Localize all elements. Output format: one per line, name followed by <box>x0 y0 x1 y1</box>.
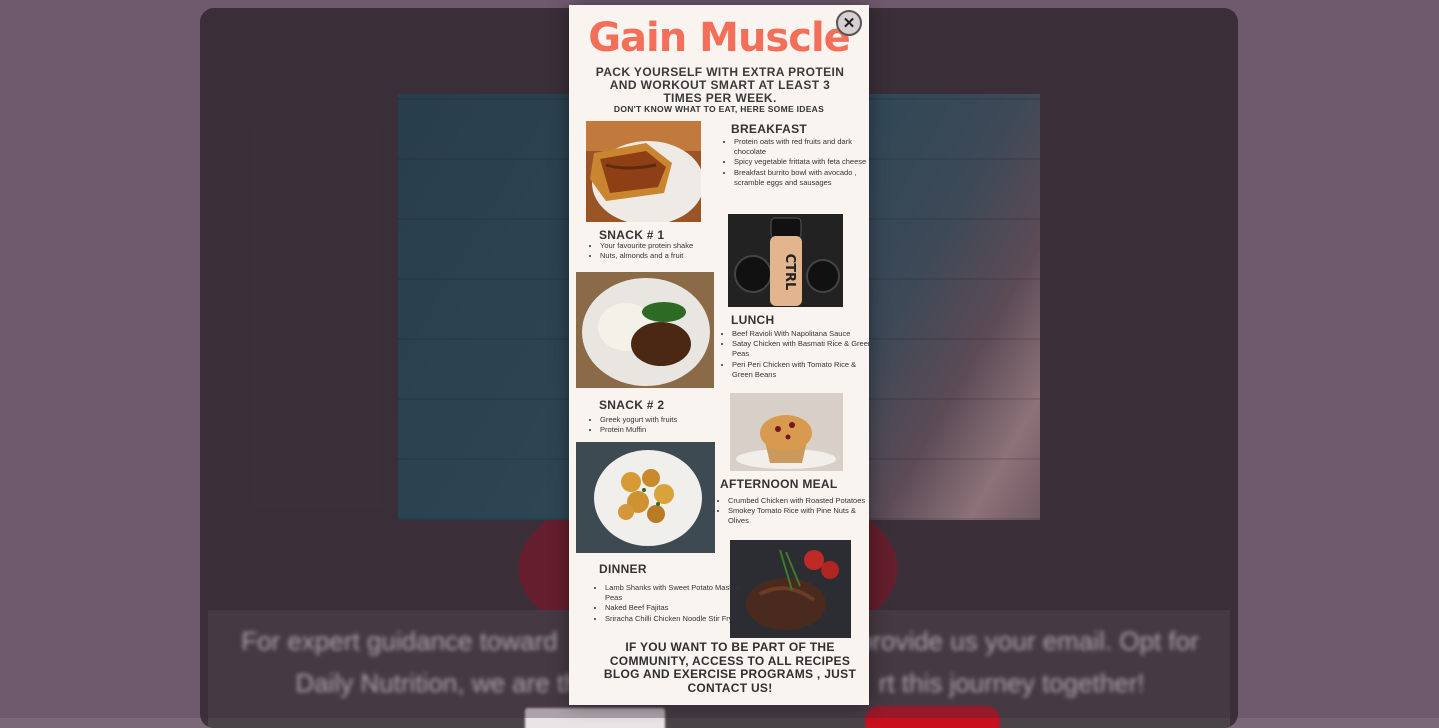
list-item: Sriracha Chilli Chicken Noodle Stir Fry <box>605 614 741 624</box>
list-item: Nuts, almonds and a fruit <box>600 251 730 261</box>
protein-shaker-image: CTRL <box>728 214 843 307</box>
lunch-image <box>576 272 714 388</box>
snack1-list: Your favourite protein shake Nuts, almon… <box>588 241 730 261</box>
modal-subtitle: PACK YOURSELF WITH EXTRA PROTEIN AND WOR… <box>595 65 845 105</box>
dinner-list: Lamb Shanks with Sweet Potato Mash & Pea… <box>593 583 741 624</box>
breakfast-heading: BREAKFAST <box>731 122 808 136</box>
muffin-image <box>730 393 843 471</box>
afternoon-heading: AFTERNOON MEAL <box>720 477 838 491</box>
dinner-heading: DINNER <box>599 562 647 576</box>
list-item: Greek yogurt with fruits <box>600 415 730 425</box>
list-item: Protein oats with red fruits and dark ch… <box>734 137 869 157</box>
modal-subtitle-ideas: DON'T KNOW WHAT TO EAT, HERE SOME IDEAS <box>613 104 825 114</box>
snack2-heading: SNACK # 2 <box>599 398 665 412</box>
list-item: Lamb Shanks with Sweet Potato Mash & Pea… <box>605 583 741 603</box>
lunch-heading: LUNCH <box>731 313 775 327</box>
modal-title: Gain Muscle <box>588 15 851 61</box>
list-item: Satay Chicken with Basmati Rice & Green … <box>732 339 869 359</box>
afternoon-image <box>576 442 715 553</box>
breakfast-list: Protein oats with red fruits and dark ch… <box>722 137 869 188</box>
list-item: Smokey Tomato Rice with Pine Nuts & Oliv… <box>728 506 868 526</box>
list-item: Spicy vegetable frittata with feta chees… <box>734 157 869 167</box>
list-item: Crumbed Chicken with Roasted Potatoes <box>728 496 868 506</box>
dinner-image <box>730 540 851 638</box>
list-item: Protein Muffin <box>600 425 730 435</box>
list-item: Naked Beef Fajitas <box>605 603 741 613</box>
afternoon-list: Crumbed Chicken with Roasted Potatoes Sm… <box>716 496 868 527</box>
list-item: Breakfast burrito bowl with avocado , sc… <box>734 168 869 188</box>
list-item: Beef Ravioli With Napolitana Sauce <box>732 329 869 339</box>
lunch-list: Beef Ravioli With Napolitana Sauce Satay… <box>720 329 869 380</box>
breakfast-image <box>586 121 701 222</box>
snack1-heading: SNACK # 1 <box>599 228 665 242</box>
list-item: Your favourite protein shake <box>600 241 730 251</box>
snack2-list: Greek yogurt with fruits Protein Muffin <box>588 415 730 435</box>
modal-footer-text: IF YOU WANT TO BE PART OF THE COMMUNITY,… <box>603 640 857 695</box>
list-item: Peri Peri Chicken with Tomato Rice & Gre… <box>732 360 869 380</box>
close-icon: ✕ <box>842 15 856 32</box>
shaker-label: CTRL <box>782 254 797 291</box>
close-button[interactable]: ✕ <box>836 10 862 36</box>
meal-plan-modal: Gain Muscle PACK YOURSELF WITH EXTRA PRO… <box>569 5 869 705</box>
